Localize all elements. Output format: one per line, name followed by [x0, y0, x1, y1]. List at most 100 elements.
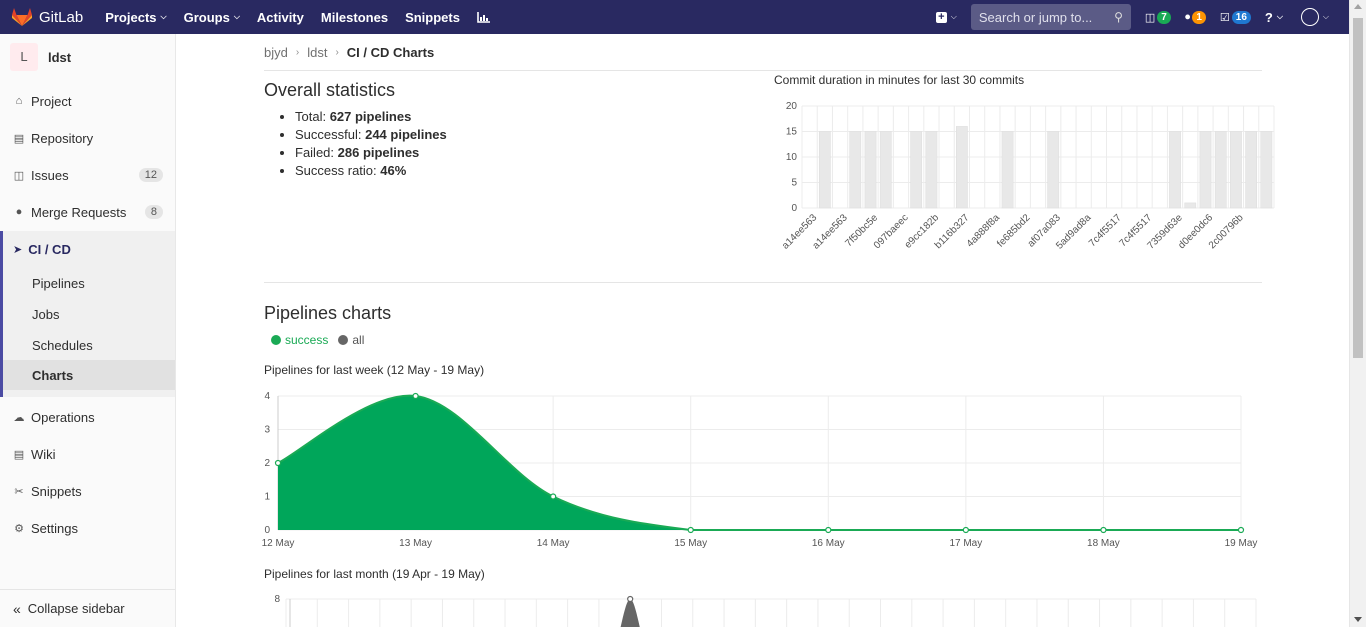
mr-count-badge: 8: [144, 205, 163, 219]
sidebar-item-label: Repository: [31, 130, 94, 146]
y-tick-label: 4: [264, 391, 270, 402]
bar: [925, 131, 938, 209]
breadcrumb-project[interactable]: ldst: [307, 45, 327, 60]
bar: [1214, 131, 1227, 209]
sidebar-cicd-section: ➤ CI / CD Pipelines Jobs Schedules Charts: [0, 231, 175, 397]
nav-snippets[interactable]: Snippets: [405, 10, 460, 25]
data-point: [550, 493, 557, 500]
legend-all[interactable]: all: [338, 333, 364, 347]
nav-activity-label: Activity: [256, 9, 304, 25]
sidebar-item-issues[interactable]: ◫ Issues 12: [0, 160, 175, 190]
main-content: bjyd › ldst › CI / CD Charts Overall sta…: [176, 34, 1332, 627]
merge-request-icon: ⦁: [16, 205, 22, 218]
mr-counter[interactable]: ⦁ 1: [1184, 10, 1206, 24]
page-scrollbar[interactable]: [1349, 0, 1366, 627]
stat-value: 46%: [380, 163, 407, 178]
new-dropdown[interactable]: + ⌵: [935, 11, 957, 23]
top-navbar: GitLab Projects ⌵ Groups ⌵ Activity Milest…: [0, 0, 1349, 34]
stat-successful: Successful: 244 pipelines: [295, 127, 447, 145]
sidebar-item-operations[interactable]: ☁ Operations: [0, 402, 175, 432]
scroll-up-icon[interactable]: [1354, 4, 1362, 9]
doc-icon: ▤: [13, 132, 25, 145]
merge-request-icon: ⦁: [1184, 10, 1191, 23]
book-icon: ▤: [13, 448, 25, 461]
nav-projects[interactable]: Projects ⌵: [105, 10, 166, 25]
sidebar-subitem-pipelines[interactable]: Pipelines: [3, 268, 175, 298]
data-point: [687, 526, 694, 534]
sidebar-subitem-schedules[interactable]: Schedules: [3, 330, 175, 360]
stat-label: Total:: [295, 109, 330, 124]
x-tick-label: 16 May: [812, 538, 845, 549]
todos-count-badge: 16: [1231, 10, 1251, 24]
x-tick-label: 18 May: [1087, 538, 1120, 549]
sidebar-subitem-jobs[interactable]: Jobs: [3, 299, 175, 329]
stat-label: Failed:: [295, 145, 338, 160]
todos-counter[interactable]: ☑ 16: [1220, 10, 1251, 24]
sidebar-item-merge-requests[interactable]: ⦁ Merge Requests 8: [0, 197, 175, 227]
sidebar-project-header[interactable]: L ldst: [0, 34, 175, 80]
breadcrumb-group[interactable]: bjyd: [264, 45, 288, 60]
bar: [1047, 131, 1060, 209]
success-dot-icon: [271, 335, 281, 345]
chart-icon[interactable]: [477, 10, 490, 25]
home-icon: ⌂: [15, 95, 23, 107]
sidebar-item-label: Settings: [31, 520, 78, 536]
bar: [1001, 131, 1014, 209]
help-dropdown[interactable]: ? ⌵: [1265, 10, 1283, 25]
project-sidebar: L ldst ⌂ Project ▤ Repository ◫ Issues 12 ⦁ M…: [0, 34, 176, 627]
issues-counter[interactable]: ◫ 7: [1145, 10, 1171, 24]
search-input[interactable]: [978, 9, 1099, 25]
chart-bar-icon: [477, 11, 490, 23]
month-chart-title: Pipelines for last month (19 Apr - 19 Ma…: [264, 567, 485, 581]
sidebar-item-label: Wiki: [31, 446, 56, 462]
sidebar-item-label: Merge Requests: [31, 204, 127, 220]
data-point: [825, 526, 832, 534]
sidebar-subitem-label: Charts: [32, 367, 74, 383]
y-tick-label: 0: [791, 203, 797, 214]
collapse-sidebar-label: Collapse sidebar: [27, 601, 125, 616]
y-tick-label: 10: [786, 152, 798, 163]
sidebar-item-project[interactable]: ⌂ Project: [0, 86, 175, 116]
project-avatar: L: [10, 43, 38, 71]
user-menu[interactable]: ⌵: [1300, 8, 1329, 26]
legend-success[interactable]: success: [271, 333, 328, 347]
breadcrumb-current[interactable]: CI / CD Charts: [347, 45, 434, 60]
sidebar-item-snippets[interactable]: ✂ Snippets: [0, 476, 175, 506]
x-tick-label: 12 May: [262, 538, 295, 549]
sidebar-subitem-charts[interactable]: Charts: [3, 360, 175, 390]
search-box[interactable]: ⚲: [970, 4, 1131, 30]
stat-label: Success ratio:: [295, 163, 381, 178]
scroll-down-icon[interactable]: [1354, 617, 1362, 622]
rocket-icon: ➤: [13, 243, 23, 256]
bar: [1199, 131, 1212, 209]
nav-activity[interactable]: Activity: [257, 10, 304, 25]
sidebar-item-cicd[interactable]: ➤ CI / CD: [3, 235, 71, 263]
plus-square-icon: +: [935, 11, 947, 23]
question-icon: ?: [1264, 9, 1273, 25]
issues-count-badge: 12: [138, 168, 163, 182]
chevron-down-icon: ⌵: [950, 12, 957, 21]
stat-value: 627 pipelines: [329, 109, 412, 124]
statistics-list: Total: 627 pipelines Successful: 244 pip…: [280, 109, 447, 181]
bar: [1169, 131, 1181, 209]
bar: [1245, 131, 1258, 209]
sidebar-item-settings[interactable]: ⚙ Settings: [0, 513, 175, 543]
collapse-sidebar-button[interactable]: « Collapse sidebar: [0, 589, 175, 627]
data-point: [412, 392, 419, 400]
stat-success-ratio: Success ratio: 46%: [295, 163, 447, 181]
commit-duration-chart: 05101520a14ee563a14ee5637f50bc5e097baeec…: [780, 101, 1275, 252]
scrollbar-thumb[interactable]: [1353, 18, 1363, 358]
nav-groups[interactable]: Groups ⌵: [184, 10, 240, 25]
sidebar-item-label: Operations: [31, 409, 95, 425]
nav-milestones[interactable]: Milestones: [321, 10, 388, 25]
gitlab-home-link[interactable]: GitLab: [12, 8, 83, 26]
chevron-right-icon: ›: [335, 47, 339, 58]
gitlab-logo-icon: [12, 8, 32, 26]
sidebar-item-wiki[interactable]: ▤ Wiki: [0, 439, 175, 469]
legend-all-label: all: [352, 333, 365, 347]
project-name: ldst: [48, 49, 72, 65]
sidebar-item-repository[interactable]: ▤ Repository: [0, 123, 175, 153]
y-tick-label: 2: [264, 458, 270, 469]
bar: [879, 131, 892, 209]
mr-count-badge: 1: [1192, 10, 1206, 24]
